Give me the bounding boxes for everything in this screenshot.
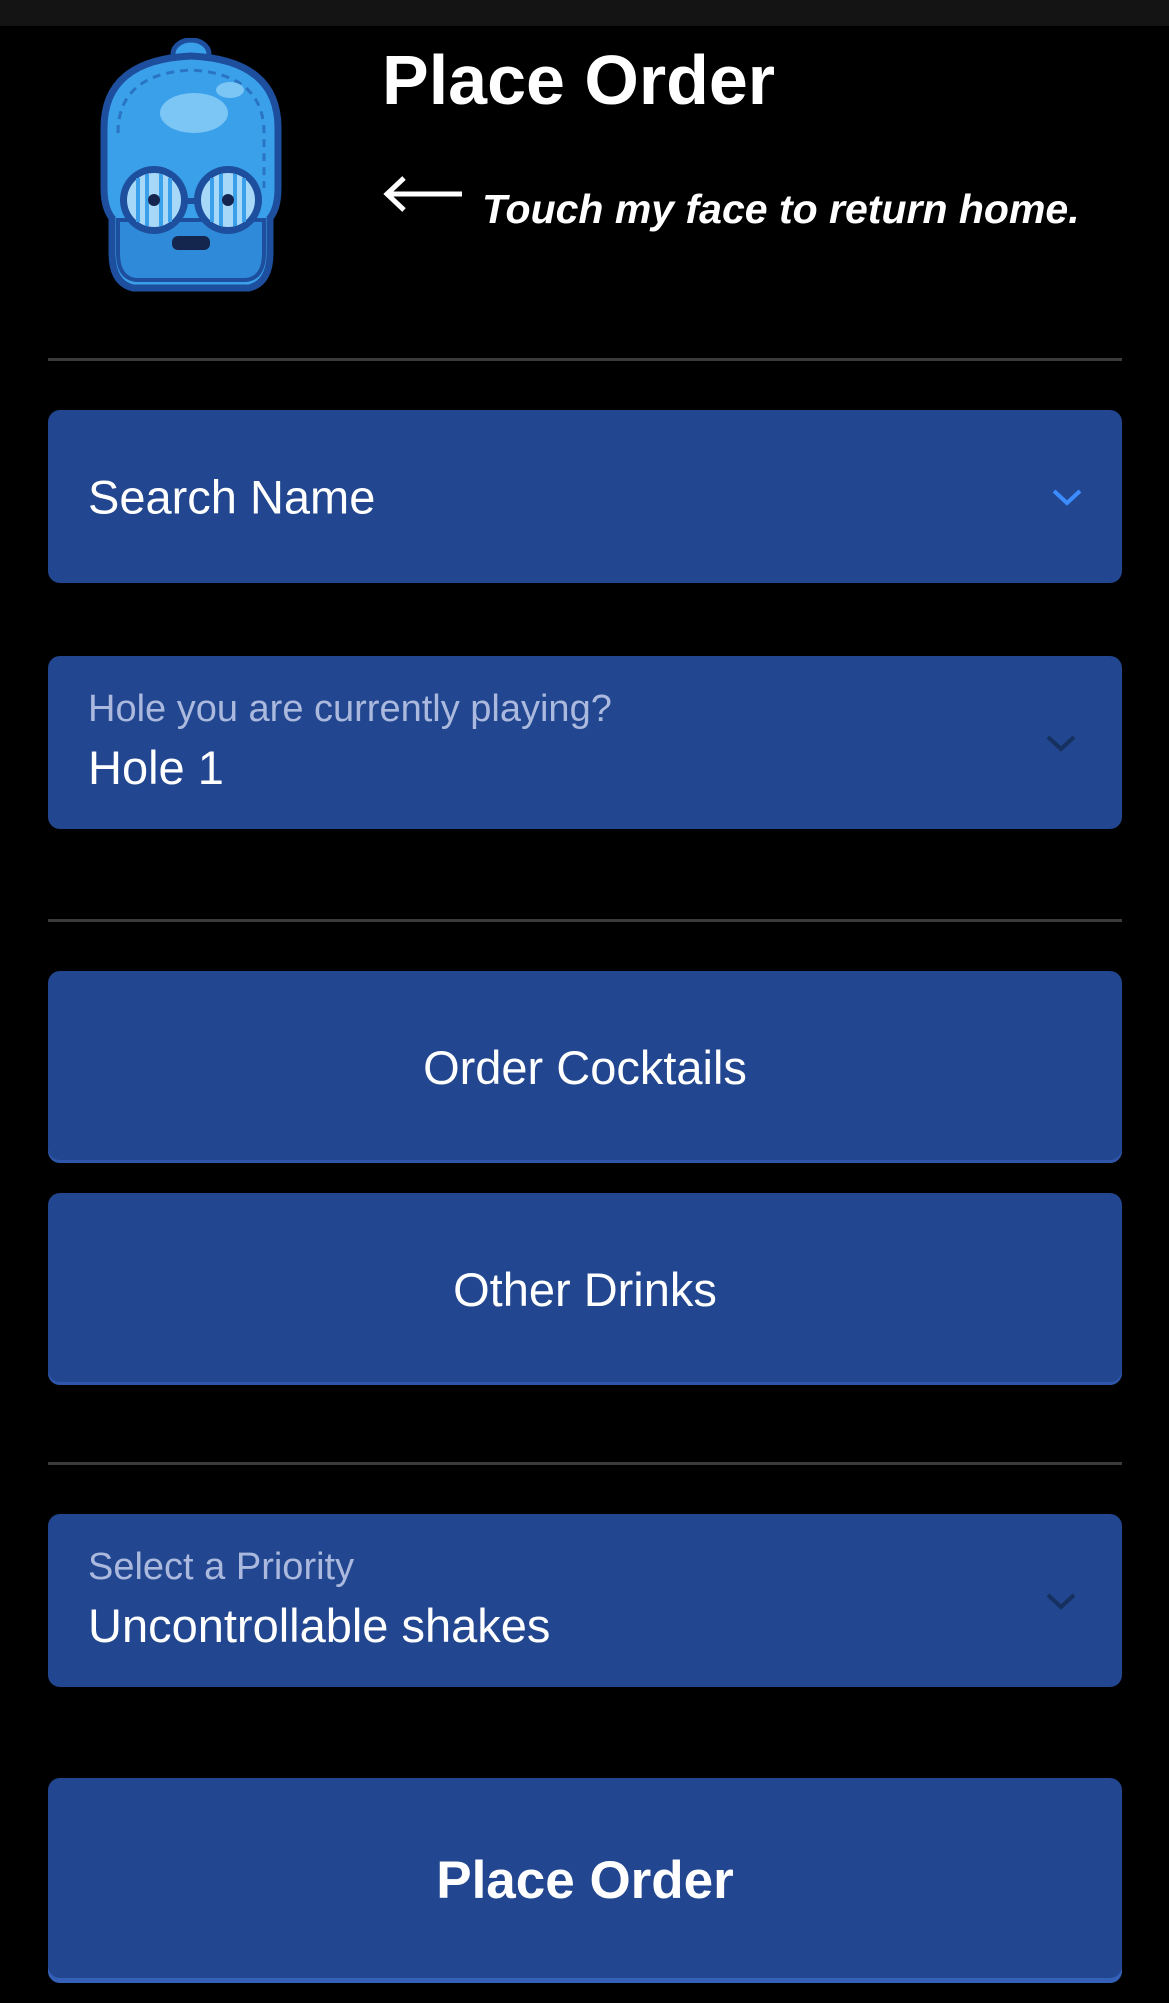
place-order-button[interactable]: Place Order: [48, 1778, 1122, 1983]
back-hint-text: Touch my face to return home.: [482, 186, 1080, 232]
return-home-hint: Touch my face to return home.: [382, 170, 1142, 240]
divider: [48, 358, 1122, 361]
hole-select-value: Hole 1: [88, 741, 224, 794]
droid-face-icon: [100, 38, 282, 292]
other-drinks-button[interactable]: Other Drinks: [48, 1193, 1122, 1385]
status-bar: [0, 0, 1169, 26]
priority-select[interactable]: Select a Priority Uncontrollable shakes: [48, 1514, 1122, 1687]
order-cocktails-button[interactable]: Order Cocktails: [48, 971, 1122, 1163]
left-arrow-icon: [382, 174, 464, 214]
chevron-down-icon: [1044, 732, 1078, 754]
hole-select[interactable]: Hole you are currently playing? Hole 1: [48, 656, 1122, 829]
home-avatar-button[interactable]: [74, 38, 308, 300]
search-name-value: Search Name: [88, 470, 376, 523]
priority-select-value: Uncontrollable shakes: [88, 1599, 551, 1652]
divider: [48, 919, 1122, 922]
search-name-select[interactable]: Search Name: [48, 410, 1122, 583]
hole-select-label: Hole you are currently playing?: [88, 688, 612, 730]
chevron-down-icon: [1044, 1590, 1078, 1612]
priority-select-label: Select a Priority: [88, 1546, 355, 1588]
page-title: Place Order: [382, 41, 775, 119]
divider: [48, 1462, 1122, 1465]
chevron-down-icon: [1050, 486, 1084, 508]
